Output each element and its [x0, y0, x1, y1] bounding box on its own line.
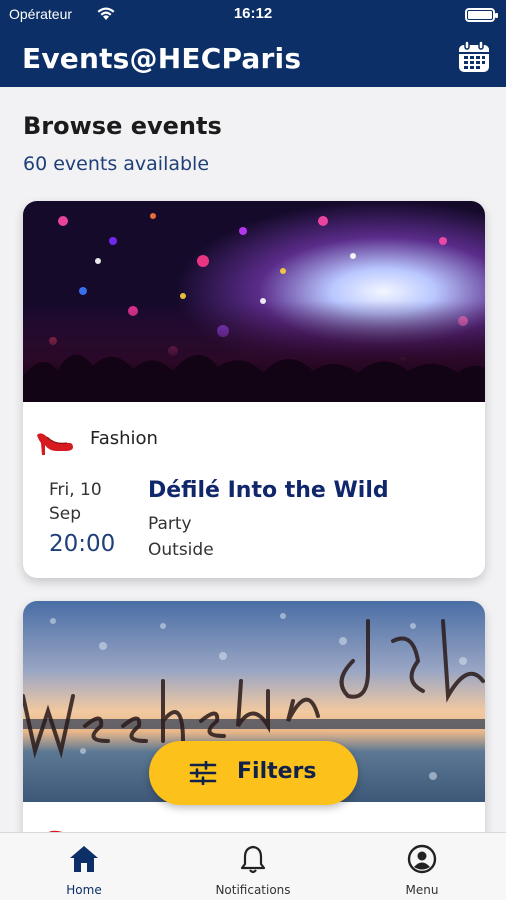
event-card[interactable]	[23, 601, 485, 861]
filters-button[interactable]: Filters	[149, 741, 358, 805]
tab-label: Notifications	[215, 883, 291, 897]
home-icon	[70, 846, 98, 872]
tab-label: Home	[66, 883, 102, 897]
event-location: Outside	[148, 540, 214, 560]
calendar-icon[interactable]	[456, 39, 492, 75]
tab-notifications[interactable]: Notifications	[169, 833, 337, 900]
sliders-icon	[189, 761, 217, 785]
event-type: Party	[148, 514, 192, 534]
tab-home[interactable]: Home	[0, 833, 168, 900]
category-label: Fashion	[90, 428, 158, 449]
page-title: Browse events	[23, 112, 222, 140]
user-circle-icon	[407, 844, 437, 874]
filters-label: Filters	[237, 759, 317, 784]
event-card[interactable]: Fashion Fri, 10 Sep 20:00 Défilé Into th…	[23, 201, 485, 578]
event-image	[23, 201, 485, 402]
battery-icon	[465, 8, 498, 22]
event-date-day: Fri, 10	[49, 480, 102, 500]
bell-icon	[240, 845, 266, 874]
event-title[interactable]: Défilé Into the Wild	[148, 478, 389, 503]
events-count: 60 events available	[23, 153, 210, 175]
tab-menu[interactable]: Menu	[338, 833, 506, 900]
high-heel-icon	[37, 433, 73, 455]
event-date-month: Sep	[49, 504, 82, 524]
tab-label: Menu	[405, 883, 439, 897]
event-time: 20:00	[49, 531, 116, 557]
app-header: Events@HECParis	[0, 30, 506, 87]
tab-bar: Home Notifications Menu	[0, 832, 506, 900]
clock: 16:12	[233, 5, 273, 22]
app-title: Events@HECParis	[22, 42, 302, 75]
event-category: Fashion	[23, 419, 485, 459]
status-bar: Opérateur 16:12	[0, 0, 506, 30]
